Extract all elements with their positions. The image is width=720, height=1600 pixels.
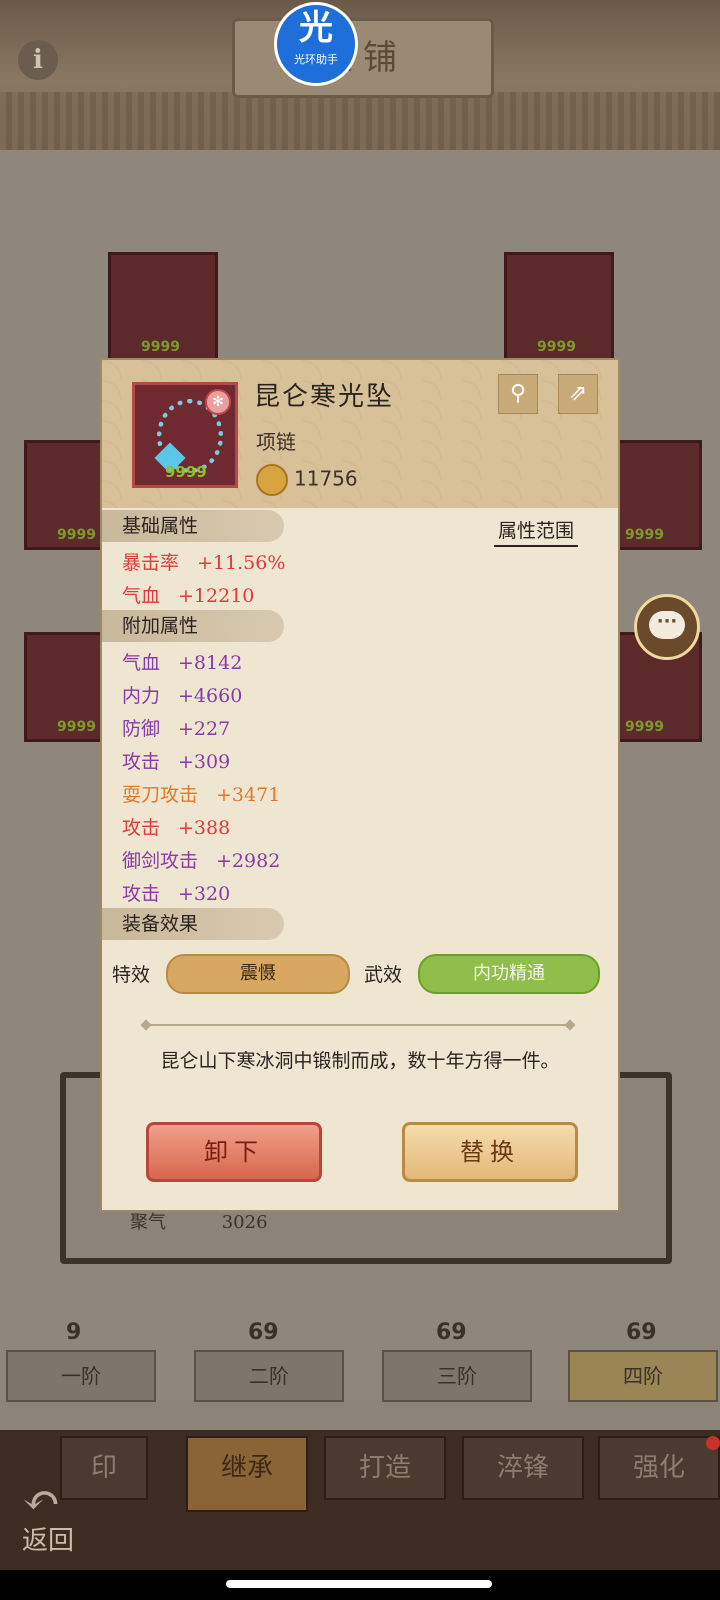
extra-stat-row: 内力 +4660 <box>122 681 242 708</box>
chat-button[interactable]: ··· <box>634 594 700 660</box>
equip-slot-weapon[interactable]: 9999 <box>108 252 218 362</box>
stat-value: +388 <box>178 817 231 839</box>
extra-stat-row: 御剑攻击 +2982 <box>122 846 280 873</box>
assistant-logo-glyph: 光 <box>299 8 333 48</box>
power-score: 11756 <box>256 464 358 496</box>
divider <box>146 1024 570 1026</box>
stat-value: +309 <box>178 751 231 773</box>
section-equip-effects: 装备效果 <box>102 908 284 940</box>
tier-button-2[interactable]: 二阶 <box>194 1350 344 1402</box>
slot-count: 9999 <box>57 719 96 735</box>
item-icon: ✻ 9999 <box>132 382 238 488</box>
equip-slot-necklace[interactable]: 9999 <box>504 252 614 362</box>
extra-stat-row: 攻击 +309 <box>122 747 230 774</box>
stat-value: +227 <box>178 718 231 740</box>
assistant-logo-caption: 光环助手 <box>294 53 338 66</box>
stat-name: 攻击 <box>122 751 161 773</box>
base-stat-row: 气血 +12210 <box>122 581 254 608</box>
tier-button-1[interactable]: 一阶 <box>6 1350 156 1402</box>
unequip-button[interactable]: 卸下 <box>146 1122 322 1182</box>
tier-button-4[interactable]: 四阶 <box>568 1350 718 1402</box>
share-icon: ⇗ <box>568 381 588 406</box>
home-indicator-bar <box>0 1570 720 1600</box>
tier-badge: 69 <box>248 1320 279 1345</box>
power-value: 11756 <box>294 466 358 491</box>
stat-value: +8142 <box>178 652 243 674</box>
stat-value: +4660 <box>178 685 243 707</box>
item-count: 9999 <box>165 463 207 481</box>
popup-header: ✻ 9999 昆仑寒光坠 项链 11756 ⚲ ⇗ <box>102 360 618 508</box>
tier-row: 9 一阶 69 二阶 69 三阶 69 四阶 <box>0 1320 720 1402</box>
special-effect-label: 特效 <box>112 964 151 986</box>
item-type: 项链 <box>256 430 296 454</box>
replace-button[interactable]: 替换 <box>402 1122 578 1182</box>
stat-name: 耍刀攻击 <box>122 784 199 806</box>
tier-badge: 69 <box>626 1320 657 1345</box>
stat-value: +2982 <box>216 850 281 872</box>
rarity-mark-icon: ✻ <box>205 389 231 415</box>
back-button[interactable]: ↶ 返回 <box>22 1473 75 1557</box>
tier-badge: 69 <box>436 1320 467 1345</box>
stat-value: +320 <box>178 883 231 905</box>
stat-name: 气血 <box>122 652 161 674</box>
stat-value: +3471 <box>216 784 281 806</box>
extra-stat-row: 气血 +8142 <box>122 648 242 675</box>
effects-row: 特效 震慑 武效 内功精通 <box>112 954 612 994</box>
tier-button-3[interactable]: 三阶 <box>382 1350 532 1402</box>
stat-name: 防御 <box>122 718 161 740</box>
slot-count: 9999 <box>625 719 664 735</box>
martial-effect-badge[interactable]: 内功精通 <box>418 954 600 994</box>
stat-name: 内力 <box>122 685 161 707</box>
stat-name: 气血 <box>122 585 161 607</box>
home-indicator[interactable] <box>226 1580 492 1588</box>
assistant-logo[interactable]: 光 光环助手 <box>274 2 358 86</box>
back-arrow-icon: ↶ <box>22 1473 61 1527</box>
tab-temper[interactable]: 淬锋 <box>462 1436 584 1500</box>
slot-count: 9999 <box>537 339 576 355</box>
chat-icon: ··· <box>649 611 685 639</box>
martial-effect-label: 武效 <box>364 964 403 986</box>
item-description: 昆仑山下寒冰洞中锻制而成，数十年方得一件。 <box>160 1050 560 1072</box>
attribute-range-link[interactable]: 属性范围 <box>494 516 579 547</box>
tier-badge: 9 <box>66 1320 82 1345</box>
base-stat-row: 暴击率 +11.56% <box>122 548 285 575</box>
stat-name: 暴击率 <box>122 552 180 574</box>
tab-forge[interactable]: 打造 <box>324 1436 446 1500</box>
tab-enhance[interactable]: 强化 <box>598 1436 720 1500</box>
stat-value: +11.56% <box>197 552 286 574</box>
share-button[interactable]: ⇗ <box>558 374 598 414</box>
unlock-icon: ⚲ <box>509 381 527 406</box>
notification-dot <box>706 1436 720 1450</box>
roof-eaves <box>0 92 720 150</box>
info-icon[interactable]: i <box>18 40 58 80</box>
item-detail-popup: ✻ 9999 昆仑寒光坠 项链 11756 ⚲ ⇗ 基础属性 属性范围 暴击率 +… <box>100 358 620 1212</box>
slot-count: 9999 <box>625 527 664 543</box>
stat-name: 攻击 <box>122 817 161 839</box>
bottom-nav: 印 继承 打造 淬锋 强化 <box>0 1430 720 1570</box>
item-name: 昆仑寒光坠 <box>254 382 395 412</box>
slot-count: 9999 <box>141 339 180 355</box>
underlay-value: 3026 <box>221 1212 268 1233</box>
extra-stat-row: 耍刀攻击 +3471 <box>122 780 280 807</box>
extra-stat-row: 攻击 +320 <box>122 879 230 906</box>
section-extra-stats: 附加属性 <box>102 610 284 642</box>
power-icon <box>256 464 288 496</box>
extra-stat-row: 攻击 +388 <box>122 813 230 840</box>
slot-count: 9999 <box>57 527 96 543</box>
stat-value: +12210 <box>178 585 255 607</box>
special-effect-badge[interactable]: 震慑 <box>166 954 350 994</box>
section-base-stats: 基础属性 <box>102 510 284 542</box>
lock-button[interactable]: ⚲ <box>498 374 538 414</box>
page-title: 匠铺 <box>232 18 494 98</box>
extra-stat-row: 防御 +227 <box>122 714 230 741</box>
stat-name: 御剑攻击 <box>122 850 199 872</box>
stat-name: 攻击 <box>122 883 161 905</box>
tab-inherit[interactable]: 继承 <box>186 1436 308 1512</box>
underlay-label: 聚气 <box>130 1212 166 1233</box>
back-label: 返回 <box>22 1526 75 1556</box>
